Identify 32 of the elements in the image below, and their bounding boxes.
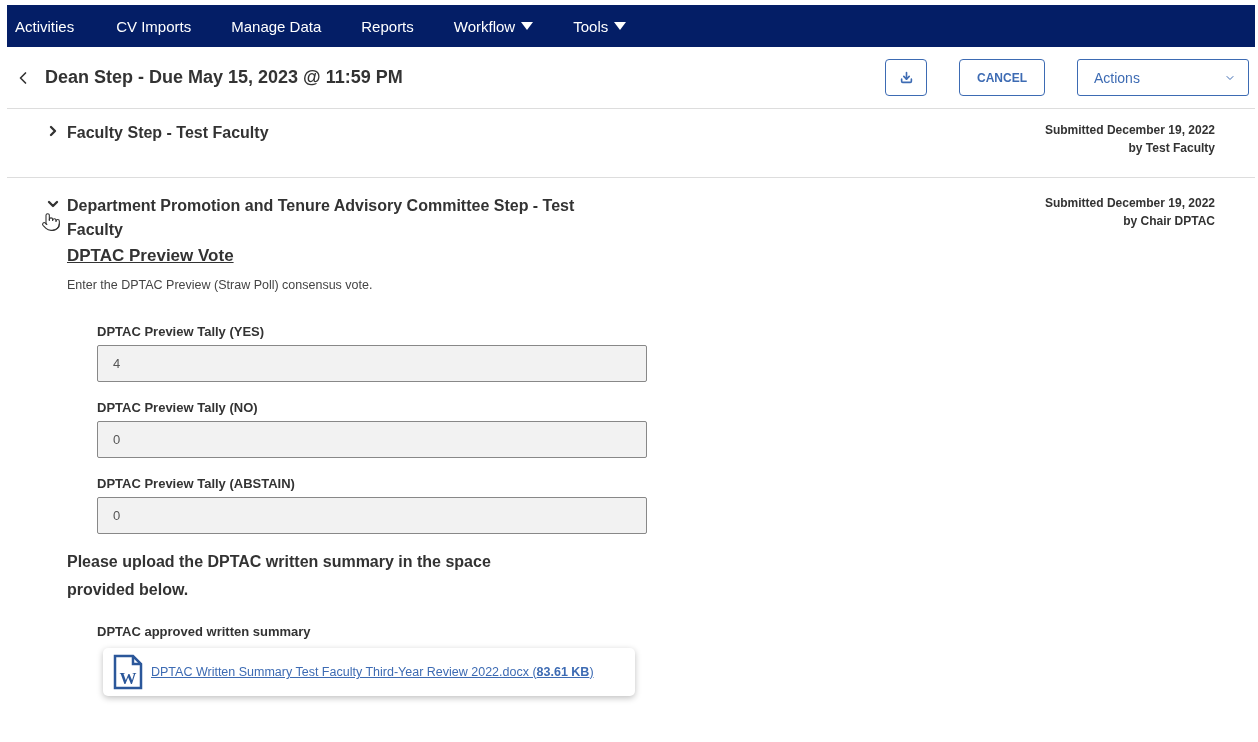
pointer-hand-icon — [41, 212, 61, 232]
section-heading: DPTAC Preview Vote — [67, 246, 235, 266]
tally-field[interactable]: 4 — [97, 345, 647, 382]
field-label: DPTAC Preview Tally (ABSTAIN) — [97, 476, 296, 491]
step-title: Faculty Step - Test Faculty — [67, 123, 269, 143]
submitted-by: by Test Faculty — [1127, 140, 1215, 157]
attachment-link[interactable]: DPTAC Written Summary Test Faculty Third-Year Review 2022.docx (83.61 KB) — [151, 665, 594, 679]
nav-link[interactable]: Workflow — [453, 17, 554, 35]
tally-field[interactable]: 0 — [97, 497, 647, 534]
field-label: DPTAC Preview Tally (NO) — [97, 400, 259, 415]
upload-prompt: Please upload the DPTAC written summary in the space provided below. — [67, 552, 492, 600]
step-title: Department Promotion and Tenure Advisory Committee Step - Test Faculty — [67, 196, 576, 240]
section-description: Enter the DPTAC Preview (Straw Poll) consensus vote. — [67, 278, 374, 292]
field-label: DPTAC Preview Tally (YES) — [97, 324, 266, 339]
word-document-icon: W — [113, 654, 143, 690]
nav-link[interactable]: CV Imports — [116, 17, 212, 35]
caret-icon — [521, 22, 534, 30]
tally-field[interactable]: 0 — [97, 421, 647, 458]
actions-dropdown[interactable]: Actions — [1077, 59, 1249, 96]
submitted-date: Submitted December 19, 2022 — [1044, 195, 1215, 212]
caret-icon — [614, 22, 627, 30]
page-title: Dean Step - Due May 15, 2023 @ 11:59 PM — [45, 67, 404, 88]
submitted-date: Submitted December 19, 2022 — [1044, 122, 1215, 139]
nav-link[interactable]: Activities — [15, 17, 95, 35]
nav-link[interactable]: Tools — [573, 17, 647, 35]
download-icon — [899, 71, 913, 84]
attachment-label: DPTAC approved written summary — [97, 624, 312, 639]
nav-link[interactable]: Manage Data — [231, 17, 342, 35]
nav-link[interactable]: Reports — [361, 17, 434, 35]
submitted-by: by Chair DPTAC — [1122, 213, 1215, 230]
download-button[interactable] — [885, 59, 927, 96]
cancel-button[interactable]: CANCEL — [959, 59, 1045, 96]
